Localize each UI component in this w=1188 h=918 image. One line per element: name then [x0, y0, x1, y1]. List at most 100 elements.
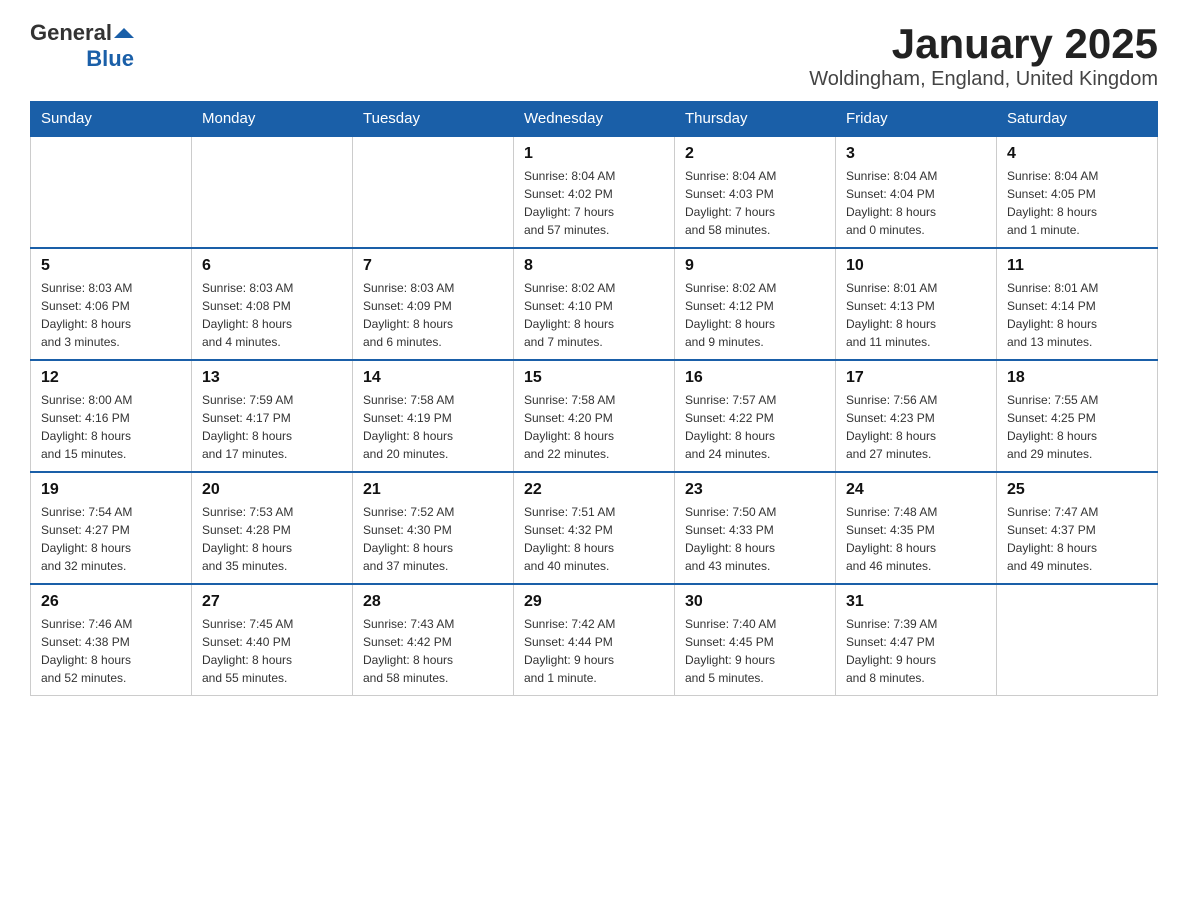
day-number: 11 — [1007, 257, 1147, 275]
day-info: Sunrise: 8:00 AM Sunset: 4:16 PM Dayligh… — [41, 391, 181, 463]
day-info: Sunrise: 8:02 AM Sunset: 4:12 PM Dayligh… — [685, 279, 825, 351]
calendar-cell: 1Sunrise: 8:04 AM Sunset: 4:02 PM Daylig… — [514, 136, 675, 248]
day-number: 12 — [41, 369, 181, 387]
calendar-title: January 2025 — [809, 20, 1158, 68]
day-number: 23 — [685, 481, 825, 499]
day-of-week-header: Wednesday — [514, 102, 675, 137]
day-info: Sunrise: 8:04 AM Sunset: 4:02 PM Dayligh… — [524, 167, 664, 239]
day-info: Sunrise: 7:56 AM Sunset: 4:23 PM Dayligh… — [846, 391, 986, 463]
day-of-week-header: Sunday — [31, 102, 192, 137]
calendar-cell: 4 Sunrise: 8:04 AM Sunset: 4:05 PM Daylig… — [997, 136, 1158, 248]
calendar-subtitle: Woldingham, England, United Kingdom — [809, 68, 1158, 91]
day-number: 2 — [685, 145, 825, 163]
day-info: Sunrise: 8:03 AM Sunset: 4:06 PM Dayligh… — [41, 279, 181, 351]
day-info: Sunrise: 7:57 AM Sunset: 4:22 PM Dayligh… — [685, 391, 825, 463]
day-number: 29 — [524, 593, 664, 611]
calendar-cell: 8 Sunrise: 8:02 AM Sunset: 4:10 PM Daylig… — [514, 248, 675, 360]
calendar-cell: 17Sunrise: 7:56 AM Sunset: 4:23 PM Dayli… — [836, 360, 997, 472]
calendar-cell: 19Sunrise: 7:54 AM Sunset: 4:27 PM Dayli… — [31, 472, 192, 584]
day-number: 30 — [685, 593, 825, 611]
day-number: 27 — [202, 593, 342, 611]
day-number: 25 — [1007, 481, 1147, 499]
day-number: 9 — [685, 257, 825, 275]
day-info: Sunrise: 7:55 AM Sunset: 4:25 PM Dayligh… — [1007, 391, 1147, 463]
day-of-week-header: Tuesday — [353, 102, 514, 137]
calendar-cell: 16 Sunrise: 7:57 AM Sunset: 4:22 PM Dayli… — [675, 360, 836, 472]
title-block: January 2025 Woldingham, England, United… — [809, 20, 1158, 91]
day-number: 24 — [846, 481, 986, 499]
calendar-cell: 21 Sunrise: 7:52 AM Sunset: 4:30 PM Dayli… — [353, 472, 514, 584]
calendar-cell: 9 Sunrise: 8:02 AM Sunset: 4:12 PM Daylig… — [675, 248, 836, 360]
day-info: Sunrise: 7:58 AM Sunset: 4:20 PM Dayligh… — [524, 391, 664, 463]
day-number: 26 — [41, 593, 181, 611]
day-number: 19 — [41, 481, 181, 499]
day-info: Sunrise: 8:03 AM Sunset: 4:09 PM Dayligh… — [363, 279, 503, 351]
day-number: 21 — [363, 481, 503, 499]
day-info: Sunrise: 7:43 AM Sunset: 4:42 PM Dayligh… — [363, 615, 503, 687]
calendar-cell: 18 Sunrise: 7:55 AM Sunset: 4:25 PM Dayli… — [997, 360, 1158, 472]
calendar-cell — [31, 136, 192, 248]
day-of-week-header: Monday — [192, 102, 353, 137]
calendar-cell: 30Sunrise: 7:40 AM Sunset: 4:45 PM Dayli… — [675, 584, 836, 696]
calendar-cell: 29 Sunrise: 7:42 AM Sunset: 4:44 PM Dayli… — [514, 584, 675, 696]
calendar-cell: 11 Sunrise: 8:01 AM Sunset: 4:14 PM Dayli… — [997, 248, 1158, 360]
calendar-cell: 3Sunrise: 8:04 AM Sunset: 4:04 PM Daylig… — [836, 136, 997, 248]
page-header: General Blue January 2025 Woldingham, En… — [30, 20, 1158, 91]
calendar-cell: 26Sunrise: 7:46 AM Sunset: 4:38 PM Dayli… — [31, 584, 192, 696]
day-info: Sunrise: 7:51 AM Sunset: 4:32 PM Dayligh… — [524, 503, 664, 575]
day-info: Sunrise: 8:01 AM Sunset: 4:14 PM Dayligh… — [1007, 279, 1147, 351]
day-number: 20 — [202, 481, 342, 499]
calendar-cell: 7 Sunrise: 8:03 AM Sunset: 4:09 PM Daylig… — [353, 248, 514, 360]
calendar-week-row: 19Sunrise: 7:54 AM Sunset: 4:27 PM Dayli… — [31, 472, 1158, 584]
day-number: 13 — [202, 369, 342, 387]
calendar-cell: 22 Sunrise: 7:51 AM Sunset: 4:32 PM Dayli… — [514, 472, 675, 584]
calendar-cell: 15 Sunrise: 7:58 AM Sunset: 4:20 PM Dayli… — [514, 360, 675, 472]
calendar-cell: 12 Sunrise: 8:00 AM Sunset: 4:16 PM Dayli… — [31, 360, 192, 472]
day-info: Sunrise: 7:52 AM Sunset: 4:30 PM Dayligh… — [363, 503, 503, 575]
calendar-cell: 31 Sunrise: 7:39 AM Sunset: 4:47 PM Dayli… — [836, 584, 997, 696]
day-number: 15 — [524, 369, 664, 387]
calendar-cell: 6 Sunrise: 8:03 AM Sunset: 4:08 PM Daylig… — [192, 248, 353, 360]
calendar-cell: 2Sunrise: 8:04 AM Sunset: 4:03 PM Daylig… — [675, 136, 836, 248]
day-info: Sunrise: 8:03 AM Sunset: 4:08 PM Dayligh… — [202, 279, 342, 351]
day-info: Sunrise: 7:42 AM Sunset: 4:44 PM Dayligh… — [524, 615, 664, 687]
day-info: Sunrise: 7:45 AM Sunset: 4:40 PM Dayligh… — [202, 615, 342, 687]
day-number: 14 — [363, 369, 503, 387]
calendar-week-row: 26Sunrise: 7:46 AM Sunset: 4:38 PM Dayli… — [31, 584, 1158, 696]
day-number: 16 — [685, 369, 825, 387]
calendar-cell: 20 Sunrise: 7:53 AM Sunset: 4:28 PM Dayli… — [192, 472, 353, 584]
day-info: Sunrise: 7:53 AM Sunset: 4:28 PM Dayligh… — [202, 503, 342, 575]
day-info: Sunrise: 7:39 AM Sunset: 4:47 PM Dayligh… — [846, 615, 986, 687]
calendar-cell: 24Sunrise: 7:48 AM Sunset: 4:35 PM Dayli… — [836, 472, 997, 584]
day-of-week-header: Thursday — [675, 102, 836, 137]
calendar-cell — [353, 136, 514, 248]
calendar-week-row: 12 Sunrise: 8:00 AM Sunset: 4:16 PM Dayli… — [31, 360, 1158, 472]
day-info: Sunrise: 7:47 AM Sunset: 4:37 PM Dayligh… — [1007, 503, 1147, 575]
calendar-header: SundayMondayTuesdayWednesdayThursdayFrid… — [31, 102, 1158, 137]
day-number: 7 — [363, 257, 503, 275]
calendar-cell: 25 Sunrise: 7:47 AM Sunset: 4:37 PM Dayli… — [997, 472, 1158, 584]
calendar-cell: 5 Sunrise: 8:03 AM Sunset: 4:06 PM Daylig… — [31, 248, 192, 360]
calendar-week-row: 1Sunrise: 8:04 AM Sunset: 4:02 PM Daylig… — [31, 136, 1158, 248]
day-of-week-header: Saturday — [997, 102, 1158, 137]
day-info: Sunrise: 7:59 AM Sunset: 4:17 PM Dayligh… — [202, 391, 342, 463]
day-info: Sunrise: 8:04 AM Sunset: 4:04 PM Dayligh… — [846, 167, 986, 239]
day-number: 31 — [846, 593, 986, 611]
calendar-cell: 10Sunrise: 8:01 AM Sunset: 4:13 PM Dayli… — [836, 248, 997, 360]
day-number: 6 — [202, 257, 342, 275]
calendar-cell: 23 Sunrise: 7:50 AM Sunset: 4:33 PM Dayli… — [675, 472, 836, 584]
logo-text-blue: Blue — [86, 46, 134, 72]
day-info: Sunrise: 7:58 AM Sunset: 4:19 PM Dayligh… — [363, 391, 503, 463]
day-info: Sunrise: 8:02 AM Sunset: 4:10 PM Dayligh… — [524, 279, 664, 351]
day-info: Sunrise: 8:04 AM Sunset: 4:05 PM Dayligh… — [1007, 167, 1147, 239]
day-number: 22 — [524, 481, 664, 499]
day-number: 8 — [524, 257, 664, 275]
day-of-week-header: Friday — [836, 102, 997, 137]
day-number: 4 — [1007, 145, 1147, 163]
calendar-cell — [192, 136, 353, 248]
day-info: Sunrise: 7:50 AM Sunset: 4:33 PM Dayligh… — [685, 503, 825, 575]
day-number: 5 — [41, 257, 181, 275]
day-number: 18 — [1007, 369, 1147, 387]
calendar-cell: 27 Sunrise: 7:45 AM Sunset: 4:40 PM Dayli… — [192, 584, 353, 696]
calendar-cell: 14 Sunrise: 7:58 AM Sunset: 4:19 PM Dayli… — [353, 360, 514, 472]
